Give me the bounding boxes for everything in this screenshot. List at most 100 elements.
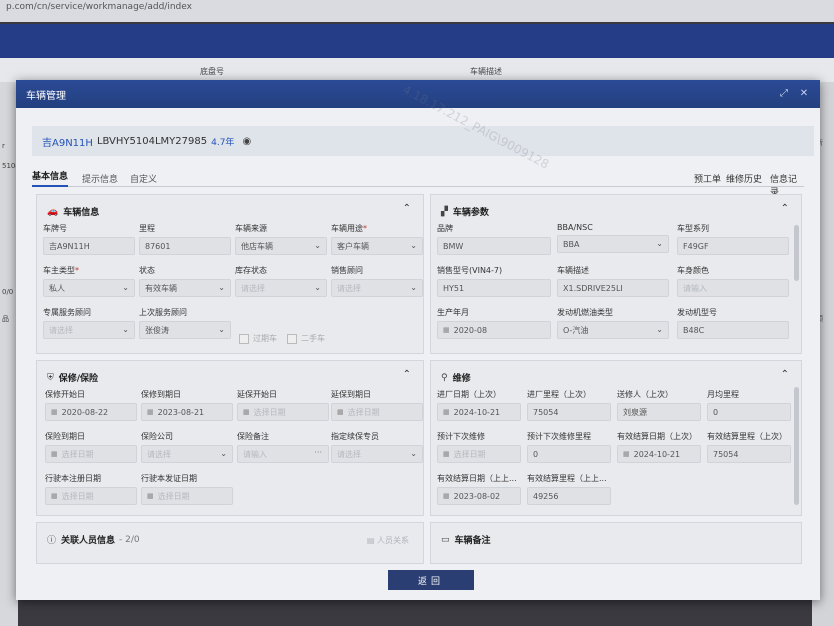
warranty-panel: ⛨ 保修/保险 ⌃ 保修开始日 ▦ 2020-08-22 保修到期日 ▦ 2023-0… bbox=[36, 360, 424, 516]
calendar-icon: ▦ bbox=[147, 408, 154, 416]
field-label: 车牌号 bbox=[43, 224, 67, 233]
field-label: 保险到期日 bbox=[45, 432, 85, 441]
fuel-type-select[interactable]: O-汽油 ⌄ bbox=[557, 321, 669, 339]
vehicle-usage-select[interactable]: 客户车辆 ⌄ bbox=[331, 237, 423, 255]
warranty-end-date[interactable]: ▦ 2023-08-21 bbox=[141, 403, 233, 421]
used-vehicle-checkbox[interactable]: 二手车 bbox=[287, 333, 325, 344]
field-value: 他店车辆 bbox=[241, 241, 273, 251]
ext-warranty-start-date[interactable]: ▦ 选择日期 bbox=[237, 403, 329, 421]
field-value: 刘泉源 bbox=[623, 407, 647, 417]
prev-settle-date[interactable]: ▦ 2023-08-02 bbox=[437, 487, 521, 505]
production-date-input[interactable]: ▦ 2020-08 bbox=[437, 321, 551, 339]
license-issue-date[interactable]: ▦ 选择日期 bbox=[141, 487, 233, 505]
tab-hint-info[interactable]: 提示信息 bbox=[82, 172, 118, 185]
mileage-input[interactable]: 87601 bbox=[139, 237, 231, 255]
owner-type-select[interactable]: 私人 ⌄ bbox=[43, 279, 135, 297]
field-stock-status: 库存状态 请选择 ⌄ bbox=[235, 265, 327, 297]
vehicle-desc-input[interactable]: X1.SDRIVE25LI bbox=[557, 279, 669, 297]
next-repair-date[interactable]: ▦ 选择日期 bbox=[437, 445, 521, 463]
field-fuel-type: 发动机燃油类型 O-汽油 ⌄ bbox=[557, 307, 669, 339]
collapse-chevron-icon[interactable]: ⌃ bbox=[403, 369, 411, 380]
last-entry-date[interactable]: ▦ 2024-10-21 bbox=[437, 403, 521, 421]
stock-status-select[interactable]: 请选择 ⌄ bbox=[235, 279, 327, 297]
field-label: 车型系列 bbox=[677, 224, 709, 233]
pre-order-link[interactable]: 预工单 bbox=[694, 172, 721, 185]
field-value: X1.SDRIVE25LI bbox=[563, 283, 623, 293]
chevron-down-icon: ⌄ bbox=[410, 449, 417, 458]
repair-history-link[interactable]: 维修历史 bbox=[726, 172, 762, 185]
last-entry-mileage[interactable]: 75054 bbox=[527, 403, 611, 421]
tab-custom[interactable]: 自定义 bbox=[130, 172, 157, 185]
field-label: 车辆用途 bbox=[331, 224, 363, 233]
field-insurance-remark: 保险备注 请输入 ··· bbox=[237, 431, 329, 463]
more-icon[interactable]: ··· bbox=[314, 448, 322, 457]
prev-settle-mileage[interactable]: 49256 bbox=[527, 487, 611, 505]
body-color-input[interactable]: 请输入 bbox=[677, 279, 789, 297]
field-value: O-汽油 bbox=[563, 325, 589, 335]
last-advisor-select[interactable]: 张俊涛 ⌄ bbox=[139, 321, 231, 339]
info-icon: ⓘ bbox=[47, 536, 57, 546]
warranty-start-date[interactable]: ▦ 2020-08-22 bbox=[45, 403, 137, 421]
monthly-mileage-input[interactable]: 0 bbox=[707, 403, 791, 421]
insurance-company-select[interactable]: 请选择 ⌄ bbox=[141, 445, 233, 463]
person-relation-button[interactable]: ▤ 人员关系 bbox=[367, 535, 409, 546]
close-icon[interactable]: ✕ bbox=[798, 88, 810, 100]
maximize-icon[interactable]: ⤢ bbox=[778, 88, 790, 100]
field-label: 行驶本注册日期 bbox=[45, 474, 101, 483]
field-label: 有效结算日期（上次） bbox=[617, 432, 697, 441]
status-select[interactable]: 有效车辆 ⌄ bbox=[139, 279, 231, 297]
sales-model-input[interactable]: HY51 bbox=[437, 279, 551, 297]
last-settle-date[interactable]: ▦ 2024-10-21 bbox=[617, 445, 701, 463]
field-placeholder: 选择日期 bbox=[61, 491, 94, 501]
dialog-title: 车辆管理 bbox=[26, 90, 66, 102]
field-last-settle-date: 有效结算日期（上次） ▦ 2024-10-21 bbox=[617, 431, 701, 463]
field-placeholder: 请输入 bbox=[683, 283, 707, 293]
field-renewal-specialist: 指定续保专员 请选择 ⌄ bbox=[331, 431, 423, 463]
field-label: 指定续保专员 bbox=[331, 432, 379, 441]
license-register-date[interactable]: ▦ 选择日期 bbox=[45, 487, 137, 505]
insurance-end-date[interactable]: ▦ 选择日期 bbox=[45, 445, 137, 463]
field-value: 75054 bbox=[713, 449, 739, 459]
last-settle-mileage[interactable]: 75054 bbox=[707, 445, 791, 463]
field-label: 品牌 bbox=[437, 224, 453, 233]
address-bar-url[interactable]: p.com/cn/service/workmanage/add/index bbox=[0, 0, 198, 14]
field-warranty-end: 保修到期日 ▦ 2023-08-21 bbox=[141, 389, 233, 421]
plate-input[interactable]: 吉A9N11H bbox=[43, 237, 135, 255]
field-next-repair-mileage: 预计下次维修里程 0 bbox=[527, 431, 611, 463]
chevron-down-icon: ⌄ bbox=[656, 325, 663, 334]
field-label: 有效结算日期（上上... bbox=[437, 474, 517, 483]
field-placeholder: 请选择 bbox=[241, 283, 265, 293]
field-engine-model: 发动机型号 B48C bbox=[677, 307, 789, 339]
field-label: 销售顾问 bbox=[331, 266, 363, 275]
panel-scrollbar[interactable] bbox=[794, 387, 799, 505]
expired-vehicle-checkbox[interactable]: 过期车 bbox=[239, 333, 277, 344]
brand-input[interactable]: BMW bbox=[437, 237, 551, 255]
field-label: 月均里程 bbox=[707, 390, 739, 399]
last-sender-input[interactable]: 刘泉源 bbox=[617, 403, 701, 421]
model-series-input[interactable]: F49GF bbox=[677, 237, 789, 255]
vehicle-plate-link[interactable]: 吉A9N11H bbox=[42, 134, 93, 149]
panel-title-text: 维修 bbox=[452, 374, 471, 384]
eye-icon[interactable]: ◉ bbox=[242, 136, 251, 147]
field-label: 车辆描述 bbox=[557, 266, 589, 275]
collapse-chevron-icon[interactable]: ⌃ bbox=[781, 203, 789, 214]
sales-advisor-select[interactable]: 请选择 ⌄ bbox=[331, 279, 423, 297]
next-repair-mileage[interactable]: 0 bbox=[527, 445, 611, 463]
insurance-remark-input[interactable]: 请输入 ··· bbox=[237, 445, 329, 463]
ext-warranty-end-date[interactable]: ▦ 选择日期 bbox=[331, 403, 423, 421]
renewal-specialist-select[interactable]: 请选择 ⌄ bbox=[331, 445, 423, 463]
field-sales-model: 销售型号(VIN4-7) HY51 bbox=[437, 265, 551, 297]
engine-model-input[interactable]: B48C bbox=[677, 321, 789, 339]
collapse-chevron-icon[interactable]: ⌃ bbox=[781, 369, 789, 380]
panel-scrollbar[interactable] bbox=[794, 225, 799, 281]
back-button[interactable]: 返回 bbox=[388, 570, 474, 590]
vehicle-source-select[interactable]: 他店车辆 ⌄ bbox=[235, 237, 327, 255]
panel-title-text: 车辆备注 bbox=[454, 536, 491, 546]
dedicated-advisor-select[interactable]: 请选择 ⌄ bbox=[43, 321, 135, 339]
field-label: 延保到期日 bbox=[331, 390, 371, 399]
bba-nsc-select[interactable]: BBA ⌄ bbox=[557, 235, 669, 253]
collapse-chevron-icon[interactable]: ⌃ bbox=[403, 203, 411, 214]
tab-basic-info[interactable]: 基本信息 bbox=[32, 169, 69, 187]
checkbox-box bbox=[287, 333, 297, 344]
app-header-band bbox=[0, 24, 834, 58]
